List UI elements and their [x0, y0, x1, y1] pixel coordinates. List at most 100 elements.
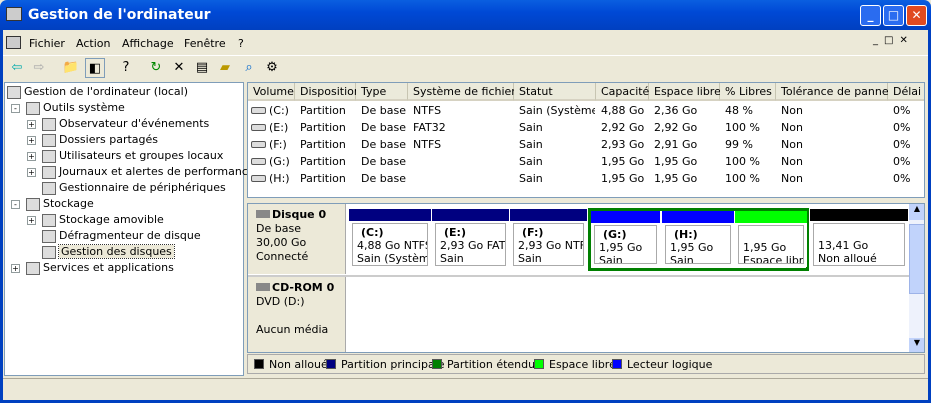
tree-item-label: Gestion des disques	[58, 244, 175, 259]
partition[interactable]: 1,95 Go Espace libre	[735, 211, 807, 267]
help-icon[interactable]: ?	[116, 58, 136, 78]
expand-toggle[interactable]: -	[11, 104, 20, 113]
tree-item[interactable]: Services et applications	[26, 260, 174, 276]
up-folder-icon[interactable]: 📁	[61, 58, 81, 78]
properties-icon[interactable]: ▤	[192, 58, 212, 78]
table-cell: 0%	[893, 104, 911, 117]
menu-fenetre[interactable]: Fenêtre	[184, 37, 226, 50]
disk-status: Connecté	[256, 250, 309, 263]
partition-color-bar	[510, 209, 587, 221]
tree-item[interactable]: Utilisateurs et groupes locaux	[42, 148, 223, 164]
partition[interactable]: (C:)4,88 Go NTFSSain (Système	[349, 209, 431, 269]
tree-item[interactable]: Stockage	[26, 196, 94, 212]
refresh-icon[interactable]: ↻	[146, 58, 166, 78]
expand-toggle[interactable]: +	[27, 152, 36, 161]
column-header[interactable]: Tolérance de pannes	[776, 83, 894, 101]
partition[interactable]: (H:) 1,95 Go Sain	[662, 211, 734, 267]
column-header[interactable]: % Libres	[720, 83, 776, 101]
expand-toggle[interactable]: +	[27, 168, 36, 177]
table-cell: De base	[361, 155, 406, 168]
column-header[interactable]: Statut	[514, 83, 596, 101]
computer-icon	[6, 7, 22, 21]
vertical-scrollbar[interactable]: ▲ ▼	[909, 204, 924, 352]
table-cell: De base	[361, 121, 406, 134]
tree-item[interactable]: Outils système	[26, 100, 125, 116]
column-header[interactable]: Disposition	[295, 83, 361, 101]
partition-status: Espace libre	[743, 254, 804, 264]
legend-swatch	[534, 359, 544, 369]
close-button[interactable]: ✕	[906, 5, 927, 26]
expand-toggle[interactable]: +	[27, 216, 36, 225]
open-icon[interactable]: ▰	[215, 58, 235, 78]
settings-icon[interactable]: ⚙	[262, 58, 282, 78]
tree-item-icon	[42, 213, 56, 227]
cdrom-0-label[interactable]: CD-ROM 0 DVD (D:) Aucun média	[248, 277, 346, 352]
menu-action[interactable]: Action	[76, 37, 110, 50]
column-header[interactable]: Espace libre	[649, 83, 721, 101]
back-icon[interactable]: ⇦	[7, 58, 27, 78]
partition[interactable]: (G:) 1,95 Go Sain	[591, 211, 660, 267]
table-cell: 100 %	[725, 172, 760, 185]
forward-icon[interactable]: ⇨	[29, 58, 49, 78]
cdrom-icon	[256, 283, 270, 291]
partition[interactable]: 13,41 Go Non alloué	[810, 209, 908, 269]
menu-fichier[interactable]: Fichier	[29, 37, 65, 50]
expand-toggle[interactable]: +	[27, 136, 36, 145]
tree-item-label: Dossiers partagés	[59, 133, 159, 146]
menu-affichage[interactable]: Affichage	[122, 37, 174, 50]
column-header[interactable]: Système de fichiers	[408, 83, 522, 101]
drive-icon	[251, 124, 266, 131]
menu-help[interactable]: ?	[238, 37, 244, 50]
legend: Non alloué Partition principale Partition …	[247, 354, 925, 374]
disk-type: De base	[256, 222, 301, 235]
partition[interactable]: (E:)2,93 Go FAT32Sain	[432, 209, 509, 269]
search-icon[interactable]: ⌕	[239, 58, 259, 78]
partition-box: (E:)2,93 Go FAT32Sain	[435, 223, 506, 266]
drive-icon	[251, 107, 266, 114]
tree-item[interactable]: Stockage amovible	[42, 212, 164, 228]
disk-icon	[256, 210, 270, 218]
partition-size: 1,95 Go	[743, 241, 787, 254]
table-cell: 1,95 Go	[654, 172, 698, 185]
menu-bar: Fichier Action Affichage Fenêtre ? _□✕	[3, 32, 928, 54]
partition-status: Sain	[440, 252, 464, 265]
maximize-button[interactable]: □	[883, 5, 904, 26]
tree-root[interactable]: Gestion de l'ordinateur (local)	[7, 84, 188, 100]
show-hide-tree-icon[interactable]: ◧	[85, 58, 105, 78]
tree-item-icon	[42, 165, 56, 179]
column-header[interactable]: Volume	[248, 83, 295, 101]
expand-toggle[interactable]: +	[11, 264, 20, 273]
legend-label: Non alloué	[269, 358, 328, 371]
drive-icon	[251, 141, 266, 148]
table-cell: 100 %	[725, 121, 760, 134]
disk-0-label[interactable]: Disque 0 De base 30,00 Go Connecté	[248, 204, 346, 274]
cdrom-type: DVD (D:)	[256, 295, 305, 308]
tree-item[interactable]: Dossiers partagés	[42, 132, 158, 148]
legend-item: Lecteur logique	[612, 358, 712, 371]
cdrom-status: Aucun média	[256, 323, 329, 336]
expand-toggle[interactable]: +	[27, 120, 36, 129]
column-header[interactable]: Type	[356, 83, 408, 101]
disk-graphical-view: Disque 0 De base 30,00 Go Connecté (C:) 4…	[247, 203, 925, 353]
child-window-controls[interactable]: _□✕	[873, 35, 914, 46]
minimize-button[interactable]: _	[860, 5, 881, 26]
partition-color-bar	[735, 211, 807, 223]
tree-item-label: Journaux et alertes de performance	[59, 165, 255, 178]
table-cell: 2,92 Go	[654, 121, 698, 134]
column-header[interactable]: Capacité	[596, 83, 649, 101]
expand-toggle[interactable]: -	[11, 200, 20, 209]
partition[interactable]: (F:)2,93 Go NTFSSain	[510, 209, 587, 269]
tree-item[interactable]: Gestion des disques	[42, 244, 175, 260]
drive-icon	[251, 158, 266, 165]
tree-item[interactable]: Défragmenteur de disque	[42, 228, 201, 244]
table-cell: Sain	[519, 121, 543, 134]
tree-item[interactable]: Gestionnaire de périphériques	[42, 180, 226, 196]
column-header[interactable]: Délai	[888, 83, 924, 101]
tree-item[interactable]: Observateur d'événements	[42, 116, 209, 132]
tree-item-label: Stockage amovible	[59, 213, 164, 226]
partition-status: Non alloué	[818, 252, 877, 265]
delete-icon[interactable]: ✕	[169, 58, 189, 78]
tree-item[interactable]: Journaux et alertes de performance	[42, 164, 255, 180]
partition-title: (C:)	[361, 226, 384, 239]
title-bar: Gestion de l'ordinateur _ □ ✕	[0, 0, 931, 30]
